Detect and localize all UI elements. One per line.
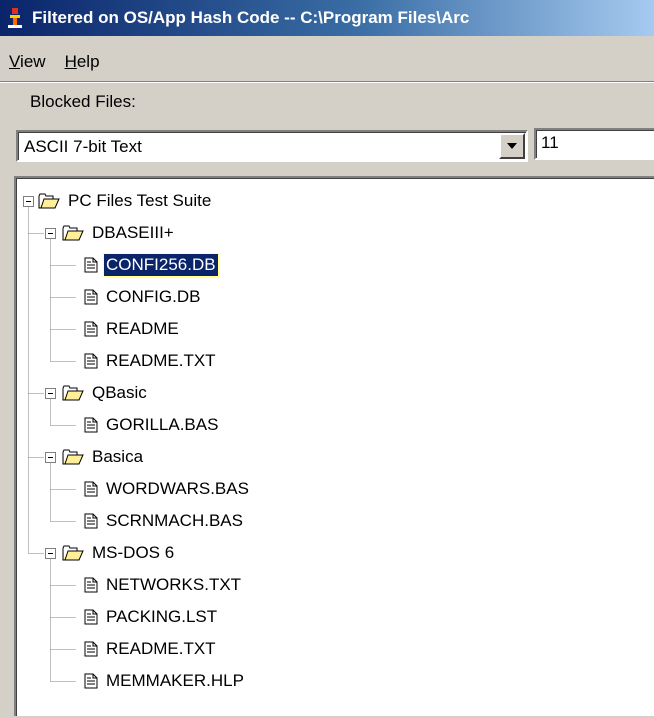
app-icon (8, 8, 22, 28)
tree-file[interactable]: GORILLA.BAS (84, 412, 220, 438)
collapse-folder-box[interactable] (45, 452, 56, 463)
blocked-files-label: Blocked Files: (30, 92, 136, 111)
folder-label: DBASEIII+ (92, 223, 174, 242)
tree-file[interactable]: CONFI256.DB (84, 252, 219, 278)
document-icon (84, 673, 98, 689)
tree-file[interactable]: PACKING.LST (84, 604, 219, 630)
count-value: 11 (541, 133, 559, 152)
file-label: CONFI256.DB (103, 253, 219, 277)
open-folder-icon (38, 193, 60, 209)
document-icon (84, 257, 98, 273)
file-label: MEMMAKER.HLP (106, 671, 244, 690)
tree-file[interactable]: README (84, 316, 181, 342)
collapse-folder-box[interactable] (45, 228, 56, 239)
tree-file[interactable]: README.TXT (84, 348, 218, 374)
document-icon (84, 577, 98, 593)
dropdown-button[interactable] (499, 133, 525, 159)
open-folder-icon (62, 449, 84, 465)
document-icon (84, 353, 98, 369)
window-title: Filtered on OS/App Hash Code -- C:\Progr… (32, 8, 470, 27)
file-type-combo[interactable]: ASCII 7-bit Text (16, 130, 528, 162)
folder-label: QBasic (92, 383, 147, 402)
dropdown-arrow-icon (507, 143, 517, 149)
file-type-value: ASCII 7-bit Text (24, 137, 142, 156)
tree-file[interactable]: MEMMAKER.HLP (84, 668, 246, 694)
file-label: CONFIG.DB (106, 287, 201, 306)
document-icon (84, 481, 98, 497)
document-icon (84, 417, 98, 433)
file-label: SCRNMACH.BAS (106, 511, 243, 530)
open-folder-icon (62, 225, 84, 241)
collapse-folder-box[interactable] (45, 548, 56, 559)
file-label: GORILLA.BAS (106, 415, 219, 434)
count-field[interactable]: 11 (534, 128, 654, 160)
tree-file[interactable]: CONFIG.DB (84, 284, 202, 310)
document-icon (84, 513, 98, 529)
collapse-root-box[interactable] (23, 196, 34, 207)
tree-file[interactable]: NETWORKS.TXT (84, 572, 243, 598)
file-label: NETWORKS.TXT (106, 575, 242, 594)
file-label: README.TXT (106, 351, 216, 370)
menu-view[interactable]: View (0, 52, 56, 72)
menu-bar: View Help (0, 48, 654, 76)
tree-file[interactable]: WORDWARS.BAS (84, 476, 251, 502)
document-icon (84, 321, 98, 337)
file-label: PACKING.LST (106, 607, 218, 626)
title-bar[interactable]: Filtered on OS/App Hash Code -- C:\Progr… (0, 0, 654, 36)
document-icon (84, 609, 98, 625)
tree-file[interactable]: SCRNMACH.BAS (84, 508, 245, 534)
tree-folder[interactable]: Basica (62, 444, 145, 470)
tree-folder[interactable]: MS-DOS 6 (62, 540, 176, 566)
folder-label: Basica (92, 447, 144, 466)
menu-separator (0, 81, 654, 83)
menu-help[interactable]: Help (56, 52, 110, 72)
tree-folder[interactable]: QBasic (62, 380, 149, 406)
open-folder-icon (62, 385, 84, 401)
open-folder-icon (62, 545, 84, 561)
folder-label: PC Files Test Suite (68, 191, 212, 210)
collapse-folder-box[interactable] (45, 388, 56, 399)
document-icon (84, 641, 98, 657)
blocked-files-tree[interactable]: PC Files Test Suite DBASEIII+ CONFI256.DB C… (14, 176, 654, 716)
tree-file[interactable]: README.TXT (84, 636, 218, 662)
folder-label: MS-DOS 6 (92, 543, 175, 562)
file-label: README.TXT (106, 639, 216, 658)
tree-folder[interactable]: DBASEIII+ (62, 220, 176, 246)
document-icon (84, 289, 98, 305)
file-label: WORDWARS.BAS (106, 479, 249, 498)
file-label: README (106, 319, 179, 338)
tree-root-folder[interactable]: PC Files Test Suite (38, 188, 213, 214)
